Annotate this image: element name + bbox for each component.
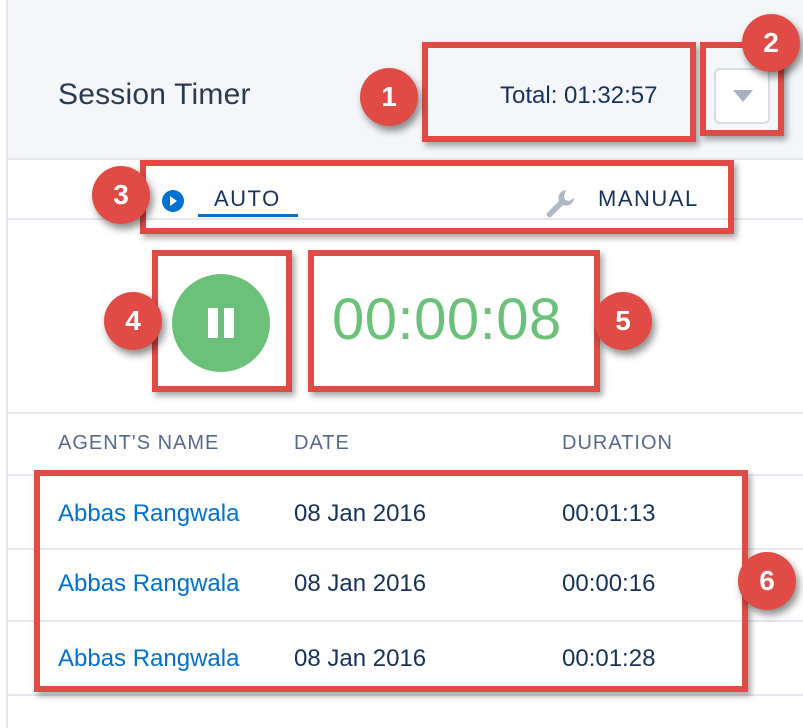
callout-box-pause (152, 250, 292, 392)
callout-badge: 6 (738, 552, 796, 610)
column-header-agent: AGENT'S NAME (58, 432, 220, 454)
callout-badge: 3 (92, 166, 150, 224)
callout-badge: 5 (594, 292, 652, 350)
column-header-date: DATE (294, 432, 350, 454)
table-divider (8, 694, 803, 696)
callout-badge: 2 (742, 14, 800, 72)
callout-badge: 1 (360, 68, 418, 126)
callout-box-timer (308, 250, 600, 392)
callout-box-tabs (140, 160, 734, 234)
callout-box-table (34, 470, 748, 692)
callout-box-total (422, 42, 696, 142)
page-title: Session Timer (58, 78, 251, 111)
column-header-duration: DURATION (562, 432, 673, 454)
callout-badge: 4 (104, 292, 162, 350)
